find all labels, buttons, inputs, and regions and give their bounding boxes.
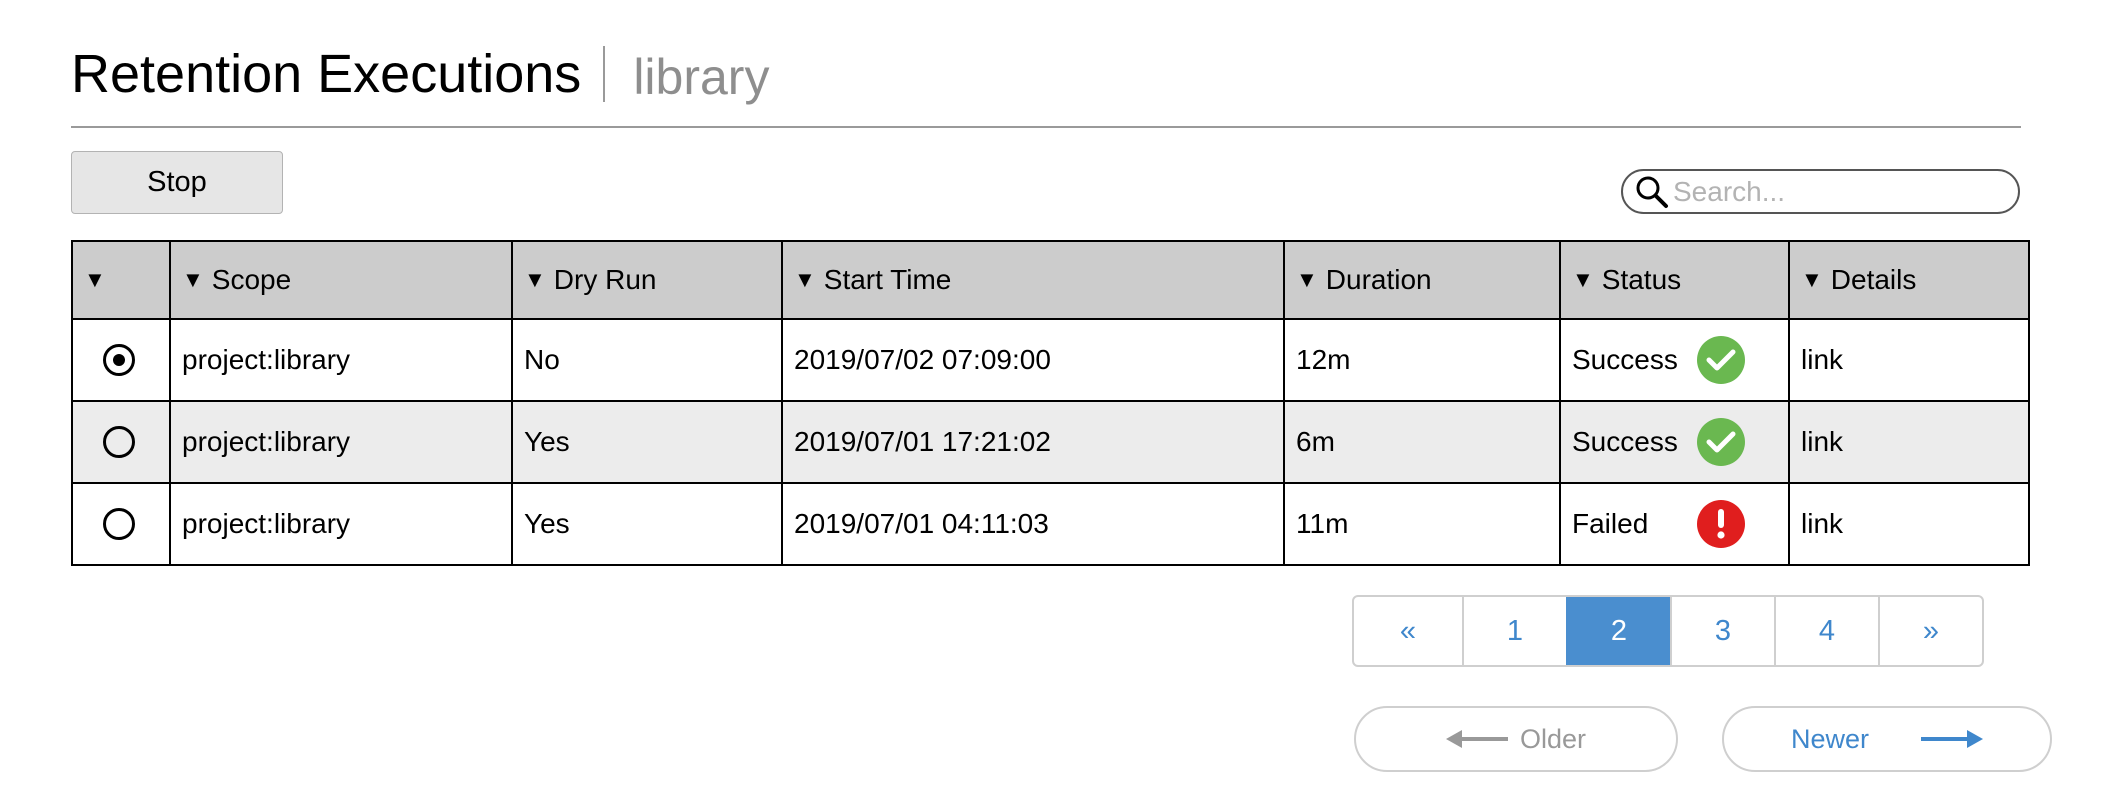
page-next-button[interactable]: » [1878, 597, 1982, 665]
column-header-select[interactable]: ▼ [71, 240, 171, 320]
older-label: Older [1519, 723, 1587, 754]
details-cell: link [1788, 400, 2030, 484]
page-prev-button[interactable]: « [1354, 597, 1462, 665]
status-text: Failed [1572, 508, 1649, 539]
page-title: Retention Executions [71, 44, 582, 104]
page-2-button-current[interactable]: 2 [1566, 597, 1670, 665]
arrow-left-icon [1445, 730, 1508, 748]
start-time-cell: 2019/07/01 17:21:02 [781, 400, 1285, 484]
header-divider [71, 126, 2021, 128]
column-header-duration[interactable]: ▼ Duration [1283, 240, 1561, 320]
page-header: Retention Executions library [71, 38, 769, 110]
newer-button[interactable]: Newer [1722, 706, 2052, 772]
status-cell: Success [1559, 400, 1790, 484]
dry-run-cell: Yes [511, 400, 783, 484]
status-text: Success [1572, 344, 1678, 375]
sort-caret-icon: ▼ [1296, 267, 1318, 292]
table-row: project:library No 2019/07/02 07:09:00 1… [71, 318, 2030, 402]
select-cell [71, 318, 171, 402]
sort-caret-icon: ▼ [794, 267, 816, 292]
search-icon [1636, 176, 1668, 208]
newer-label: Newer [1790, 723, 1870, 754]
title-divider [603, 46, 606, 102]
page-subtitle: library [633, 49, 770, 105]
column-header-start-time[interactable]: ▼ Start Time [781, 240, 1285, 320]
stop-button[interactable]: Stop [71, 151, 283, 214]
sort-caret-icon: ▼ [1572, 267, 1594, 292]
select-cell [71, 482, 171, 566]
older-button[interactable]: Older [1354, 706, 1678, 772]
sort-caret-icon: ▼ [84, 267, 106, 292]
status-text: Success [1572, 426, 1678, 457]
start-time-cell: 2019/07/01 04:11:03 [781, 482, 1285, 566]
column-header-status[interactable]: ▼ Status [1559, 240, 1790, 320]
sort-caret-icon: ▼ [1801, 267, 1823, 292]
dry-run-cell: Yes [511, 482, 783, 566]
details-cell: link [1788, 318, 2030, 402]
scope-cell: project:library [169, 482, 513, 566]
exclamation-icon [1697, 500, 1745, 548]
sort-caret-icon: ▼ [524, 267, 546, 292]
details-cell: link [1788, 482, 2030, 566]
status-cell: Success [1559, 318, 1790, 402]
row-radio[interactable] [103, 508, 135, 540]
start-time-cell: 2019/07/02 07:09:00 [781, 318, 1285, 402]
status-cell: Failed [1559, 482, 1790, 566]
duration-cell: 6m [1283, 400, 1561, 484]
search-box[interactable] [1621, 169, 2020, 214]
sort-caret-icon: ▼ [182, 267, 204, 292]
row-radio-selected[interactable] [103, 344, 135, 376]
select-cell [71, 400, 171, 484]
executions-table: ▼ ▼ Scope ▼ Dry Run ▼ Start Time ▼ Duration … [71, 240, 2030, 566]
radio-dot [113, 354, 125, 366]
duration-cell: 11m [1283, 482, 1561, 566]
page-4-button[interactable]: 4 [1774, 597, 1878, 665]
details-link[interactable]: link [1801, 508, 1843, 539]
table-header-row: ▼ ▼ Scope ▼ Dry Run ▼ Start Time ▼ Duration … [71, 240, 2030, 320]
column-header-dry-run[interactable]: ▼ Dry Run [511, 240, 783, 320]
column-header-scope[interactable]: ▼ Scope [169, 240, 513, 320]
table-row: project:library Yes 2019/07/01 17:21:02 … [71, 400, 2030, 484]
details-link[interactable]: link [1801, 426, 1843, 457]
search-input[interactable] [1673, 175, 2003, 208]
scope-cell: project:library [169, 318, 513, 402]
check-icon [1697, 418, 1745, 466]
row-radio[interactable] [103, 426, 135, 458]
duration-cell: 12m [1283, 318, 1561, 402]
page-1-button[interactable]: 1 [1462, 597, 1566, 665]
check-icon [1697, 336, 1745, 384]
pagination: « 1 2 3 4 » [1352, 595, 1984, 667]
page-3-button[interactable]: 3 [1670, 597, 1774, 665]
table-row: project:library Yes 2019/07/01 04:11:03 … [71, 482, 2030, 566]
arrow-right-icon [1921, 730, 1984, 748]
column-header-details[interactable]: ▼ Details [1788, 240, 2030, 320]
dry-run-cell: No [511, 318, 783, 402]
scope-cell: project:library [169, 400, 513, 484]
details-link[interactable]: link [1801, 344, 1843, 375]
